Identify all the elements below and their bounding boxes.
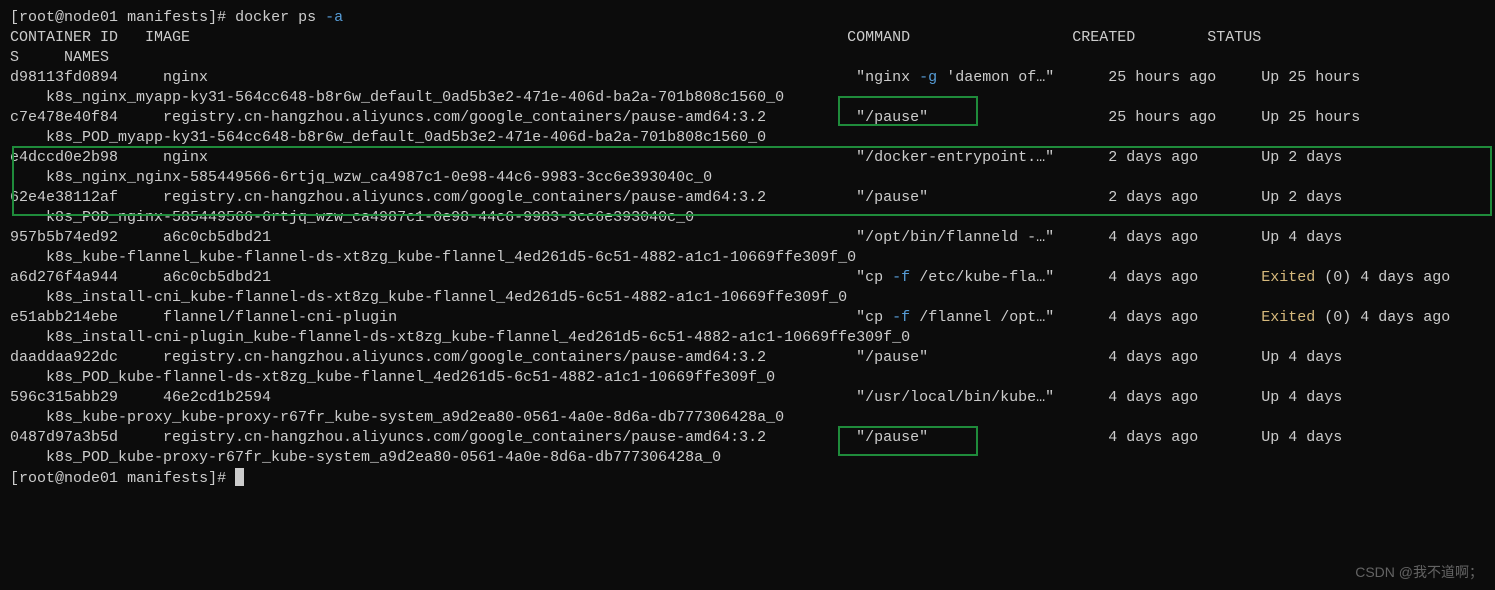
command-cell: "/pause" <box>856 349 928 366</box>
table-header-wrap: S NAMES <box>10 48 1485 68</box>
table-row: e51abb214ebe flannel/flannel-cni-plugin … <box>10 308 1485 328</box>
table-row-names: k8s_POD_kube-flannel-ds-xt8zg_kube-flann… <box>10 368 1485 388</box>
table-row-names: k8s_kube-proxy_kube-proxy-r67fr_kube-sys… <box>10 408 1485 428</box>
prompt-dir: manifests <box>127 470 208 487</box>
table-row: c7e478e40f84 registry.cn-hangzhou.aliyun… <box>10 108 1485 128</box>
command-cell: "cp -f /etc/kube-fla…" <box>856 269 1054 286</box>
table-row-names: k8s_kube-flannel_kube-flannel-ds-xt8zg_k… <box>10 248 1485 268</box>
status-cell: Up 4 days <box>1261 389 1342 406</box>
command-cell: "/pause" <box>856 429 928 446</box>
status-cell: Up 4 days <box>1261 429 1342 446</box>
status-cell: Up 25 hours <box>1261 69 1360 86</box>
status-exited: Exited <box>1261 269 1315 286</box>
command-cell: "/docker-entrypoint.…" <box>856 149 1054 166</box>
table-row-names: k8s_nginx_nginx-585449566-6rtjq_wzw_ca49… <box>10 168 1485 188</box>
table-row: a6d276f4a944 a6c0cb5dbd21 "cp -f /etc/ku… <box>10 268 1485 288</box>
prompt-line[interactable]: [root@node01 manifests]# docker ps -a <box>10 8 1485 28</box>
table-row-names: k8s_POD_kube-proxy-r67fr_kube-system_a9d… <box>10 448 1485 468</box>
cursor-icon <box>235 468 244 486</box>
status-cell: Up 4 days <box>1261 349 1342 366</box>
table-row: 596c315abb29 46e2cd1b2594 "/usr/local/bi… <box>10 388 1485 408</box>
cmd-flag: -f <box>892 309 910 326</box>
command-cell: "/opt/bin/flanneld -…" <box>856 229 1054 246</box>
status-exited: Exited <box>1261 309 1315 326</box>
cmd-flag: -f <box>892 269 910 286</box>
prompt-host: node01 <box>64 470 118 487</box>
table-row-names: k8s_POD_myapp-ky31-564cc648-b8r6w_defaul… <box>10 128 1485 148</box>
status-cell: Up 2 days <box>1261 149 1342 166</box>
command-flag: -a <box>325 9 343 26</box>
table-row: d98113fd0894 nginx "nginx -g 'daemon of…… <box>10 68 1485 88</box>
table-row: daaddaa922dc registry.cn-hangzhou.aliyun… <box>10 348 1485 368</box>
prompt-host: node01 <box>64 9 118 26</box>
table-row: 957b5b74ed92 a6c0cb5dbd21 "/opt/bin/flan… <box>10 228 1485 248</box>
prompt-user: root <box>19 470 55 487</box>
command-cell: "/pause" <box>856 189 928 206</box>
status-cell: Up 25 hours <box>1261 109 1360 126</box>
status-cell: Exited (0) 4 days ago <box>1261 309 1450 326</box>
watermark: CSDN @我不道啊； <box>1355 562 1483 582</box>
status-cell: Up 4 days <box>1261 229 1342 246</box>
cmd-flag: -g <box>919 69 937 86</box>
command-cell: "/pause" <box>856 109 928 126</box>
table-row: 0487d97a3b5d registry.cn-hangzhou.aliyun… <box>10 428 1485 448</box>
prompt-dir: manifests <box>127 9 208 26</box>
table-header: CONTAINER ID IMAGE COMMAND CREATED STATU… <box>10 28 1485 48</box>
table-row: e4dccd0e2b98 nginx "/docker-entrypoint.…… <box>10 148 1485 168</box>
table-row-names: k8s_POD_nginx-585449566-6rtjq_wzw_ca4987… <box>10 208 1485 228</box>
table-row: 62e4e38112af registry.cn-hangzhou.aliyun… <box>10 188 1485 208</box>
status-cell: Up 2 days <box>1261 189 1342 206</box>
table-row-names: k8s_nginx_myapp-ky31-564cc648-b8r6w_defa… <box>10 88 1485 108</box>
status-cell: Exited (0) 4 days ago <box>1261 269 1450 286</box>
prompt-user: root <box>19 9 55 26</box>
command: docker ps <box>235 9 316 26</box>
table-row-names: k8s_install-cni-plugin_kube-flannel-ds-x… <box>10 328 1485 348</box>
table-row-names: k8s_install-cni_kube-flannel-ds-xt8zg_ku… <box>10 288 1485 308</box>
prompt-line-2[interactable]: [root@node01 manifests]# <box>10 468 1485 489</box>
command-cell: "cp -f /flannel /opt…" <box>856 309 1054 326</box>
command-cell: "nginx -g 'daemon of…" <box>856 69 1054 86</box>
command-cell: "/usr/local/bin/kube…" <box>856 389 1054 406</box>
